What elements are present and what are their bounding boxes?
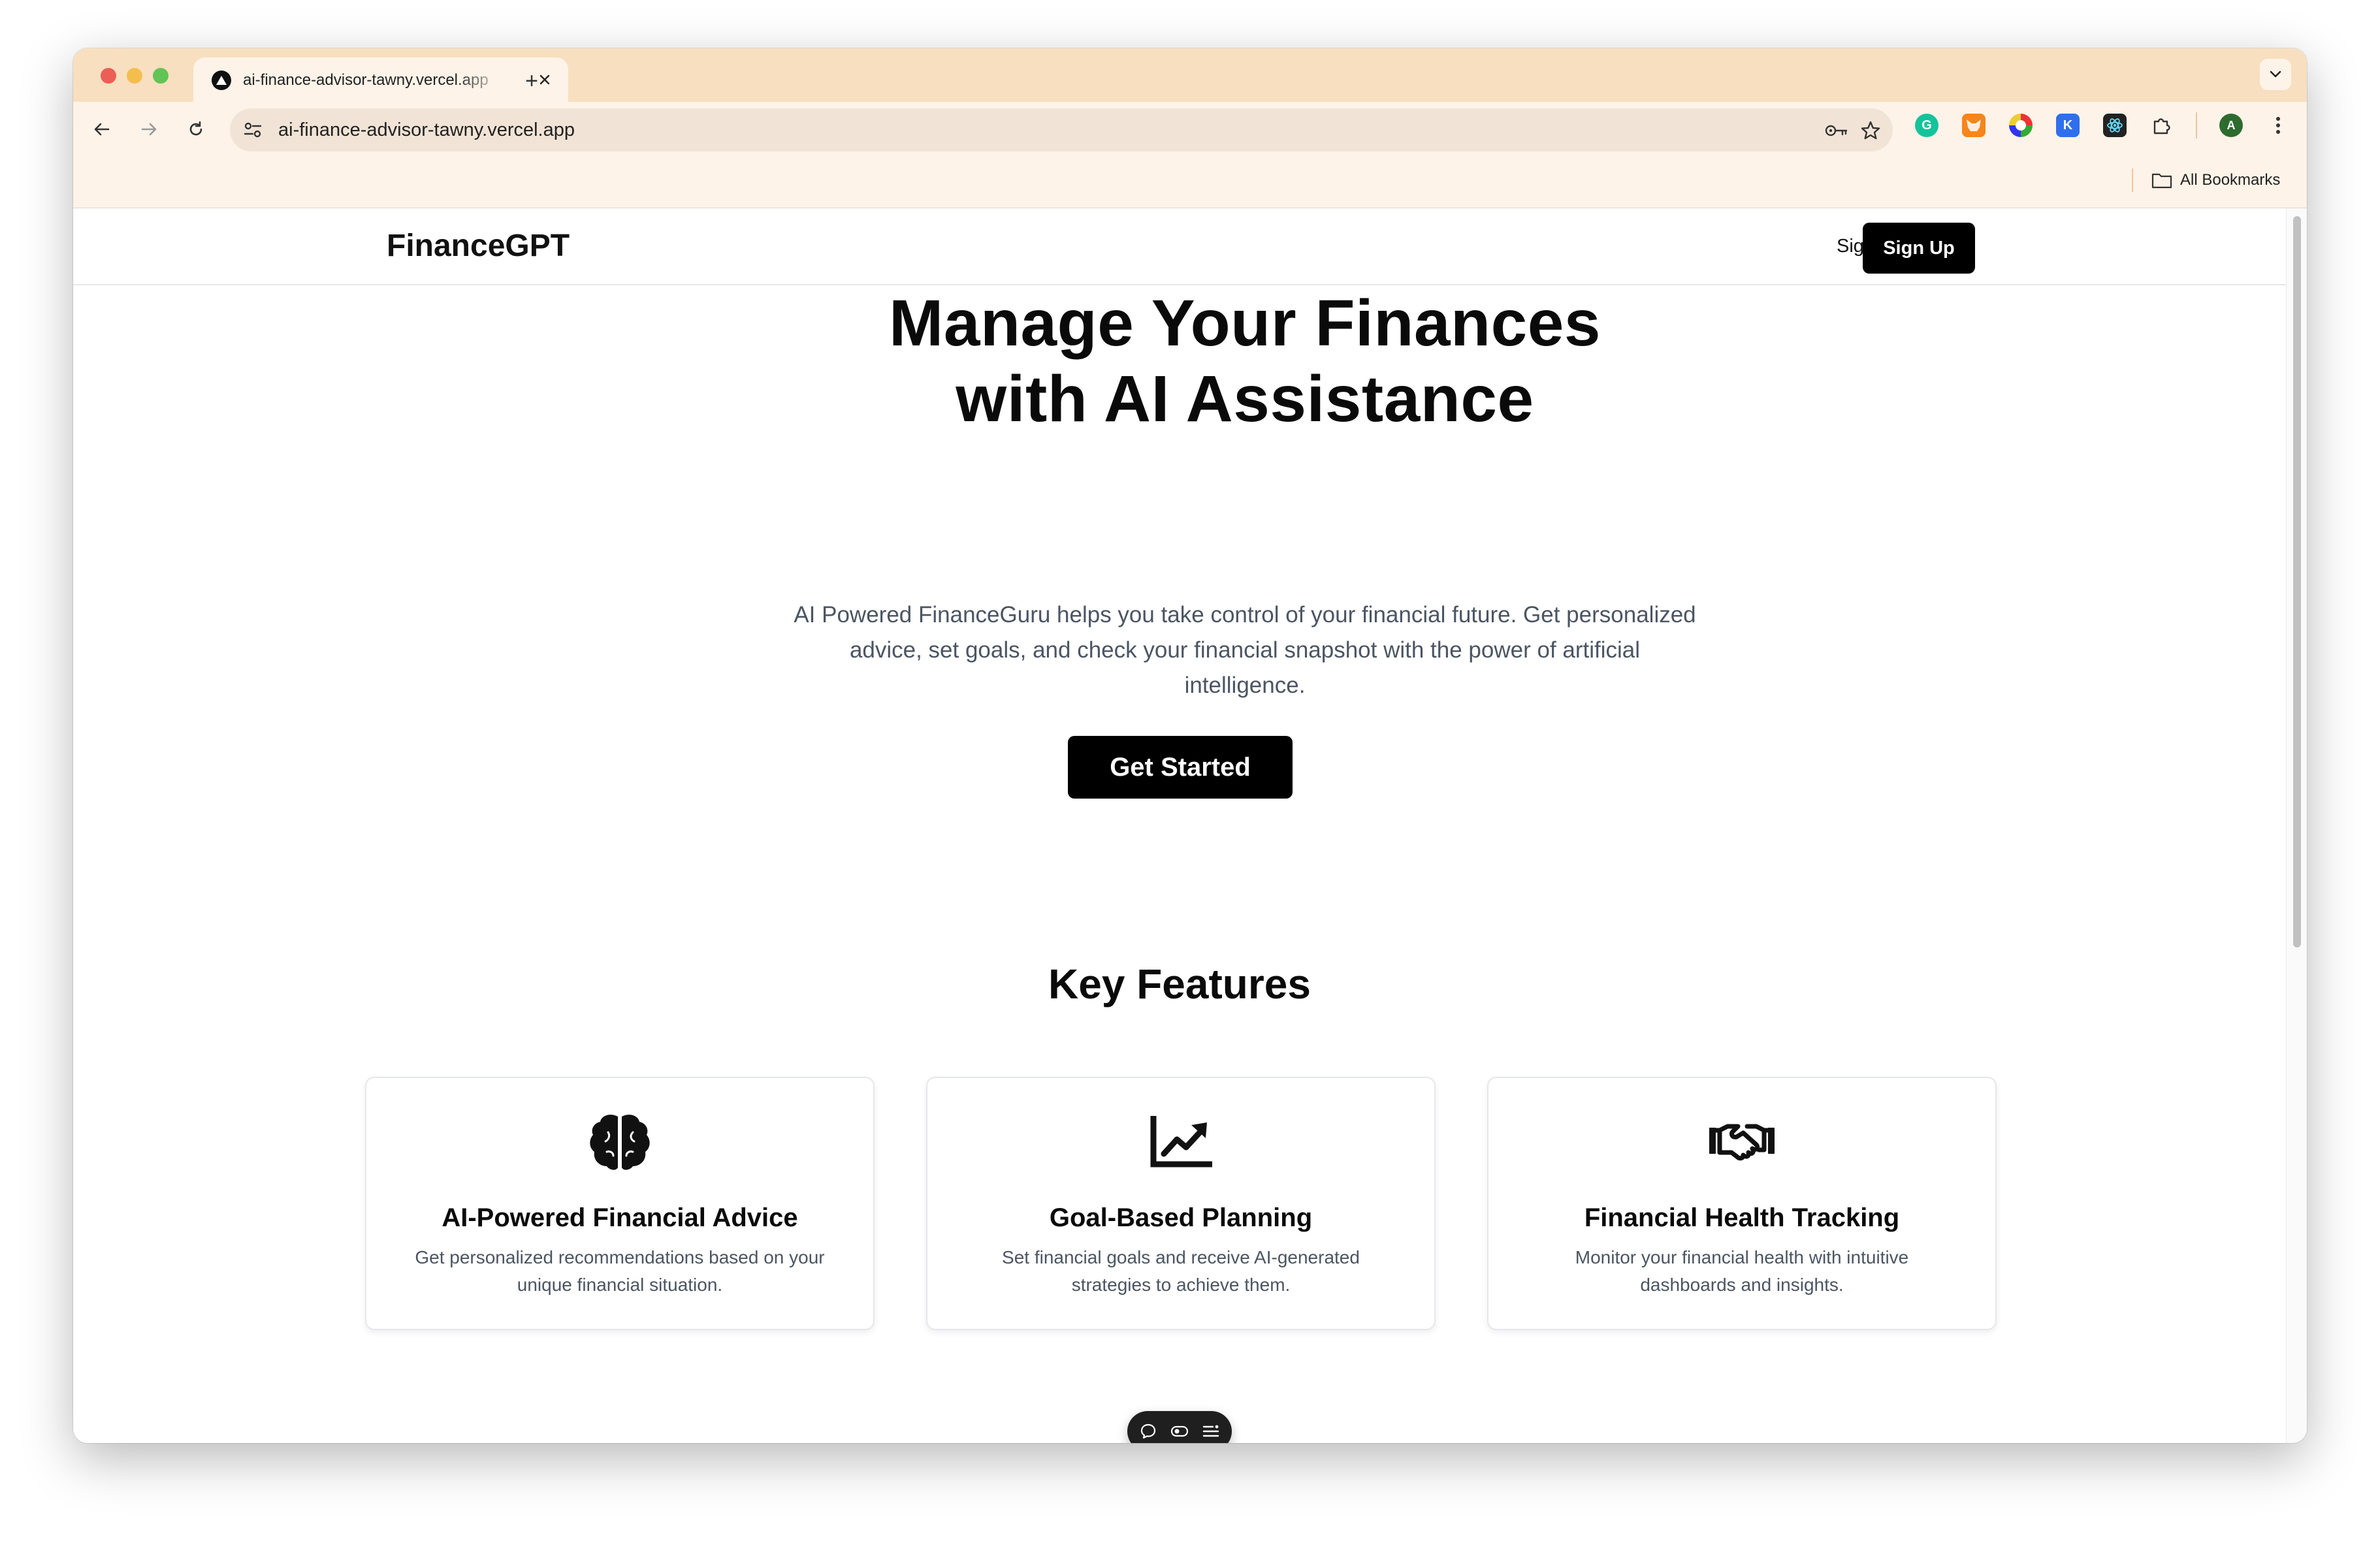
vercel-favicon-icon [212,71,231,90]
feature-card-title: Goal-Based Planning [1049,1203,1313,1232]
profile-avatar[interactable]: A [2219,114,2243,137]
maximize-window-button[interactable] [153,68,169,84]
get-started-button[interactable]: Get Started [1068,736,1293,799]
grammarly-icon[interactable]: G [1915,114,1938,137]
tab-strip: ai-finance-advisor-tawny.vercel.app + [73,48,2307,102]
feature-card: Goal-Based Planning Set financial goals … [926,1077,1436,1330]
handshake-icon [1709,1109,1775,1175]
forward-button[interactable] [133,114,165,145]
reload-button[interactable] [180,114,212,145]
tab-search-button[interactable] [2260,59,2291,90]
reload-icon [189,121,202,136]
page-scrollbar[interactable] [2286,208,2307,1443]
url-text: ai-finance-advisor-tawny.vercel.app [278,119,575,140]
feature-card-title: AI-Powered Financial Advice [442,1203,798,1232]
bookmarks-bar: All Bookmarks [73,155,2307,208]
back-button[interactable] [86,114,118,145]
page-viewport: FinanceGPT Sign In Sign Up Manage Your F… [73,208,2286,1443]
chevron-down-icon [2270,71,2281,78]
extensions-puzzle-icon[interactable] [2150,114,2174,137]
hero-subtitle: AI Powered FinanceGuru helps you take co… [794,602,1696,698]
browser-window: ai-finance-advisor-tawny.vercel.app + ai… [73,48,2307,1443]
hero-title: Manage Your Finances with AI Assistance [657,285,1833,437]
close-window-button[interactable] [101,68,116,84]
menu-list-icon[interactable] [1200,1421,1221,1442]
sign-up-button[interactable]: Sign Up [1863,223,1975,274]
feature-card-description: Get personalized recommendations based o… [415,1247,825,1295]
hero-title-line-1: Manage Your Finances [889,287,1601,360]
all-bookmarks-label: All Bookmarks [2180,171,2281,189]
toolbar-separator [2196,112,2197,138]
metamask-icon[interactable] [1962,114,1986,137]
folder-icon [2151,173,2172,189]
site-settings-icon[interactable] [242,119,264,141]
browser-menu-icon[interactable] [2266,114,2290,137]
minimize-window-button[interactable] [127,68,142,84]
bookmarks-separator [2132,168,2133,192]
toggle-icon[interactable] [1169,1421,1190,1442]
feature-card-description: Monitor your financial health with intui… [1575,1247,1909,1295]
feature-card: Financial Health Tracking Monitor your f… [1487,1077,1997,1330]
scrollbar-thumb[interactable] [2293,216,2301,947]
brand-logo[interactable]: FinanceGPT [387,228,570,264]
arrow-left-icon [94,123,110,136]
features-heading: Key Features [1048,961,1311,1008]
new-tab-button[interactable]: + [512,63,551,99]
site-header: FinanceGPT Sign In Sign Up [73,208,2286,285]
feature-card-title: Financial Health Tracking [1584,1203,1900,1232]
password-key-icon[interactable] [1825,119,1848,142]
address-bar[interactable]: ai-finance-advisor-tawny.vercel.app [230,108,1893,151]
bookmark-star-icon[interactable] [1859,119,1882,142]
all-bookmarks-button[interactable]: All Bookmarks [2151,167,2280,193]
feature-card: AI-Powered Financial Advice Get personal… [365,1077,875,1330]
tab-title: ai-finance-advisor-tawny.vercel.app [243,71,489,89]
comment-icon[interactable] [1138,1421,1159,1442]
brain-icon [587,1109,652,1175]
chart-line-up-icon [1148,1109,1214,1175]
plus-icon: + [525,69,538,93]
floating-toolbar [1127,1411,1232,1443]
hero-title-line-2: with AI Assistance [956,362,1534,436]
react-devtools-icon[interactable] [2103,114,2127,137]
feature-card-description: Set financial goals and receive AI-gener… [1002,1247,1360,1295]
k-extension-icon[interactable]: K [2056,114,2080,137]
arrow-right-icon [141,123,157,136]
color-picker-icon[interactable] [2009,114,2033,137]
